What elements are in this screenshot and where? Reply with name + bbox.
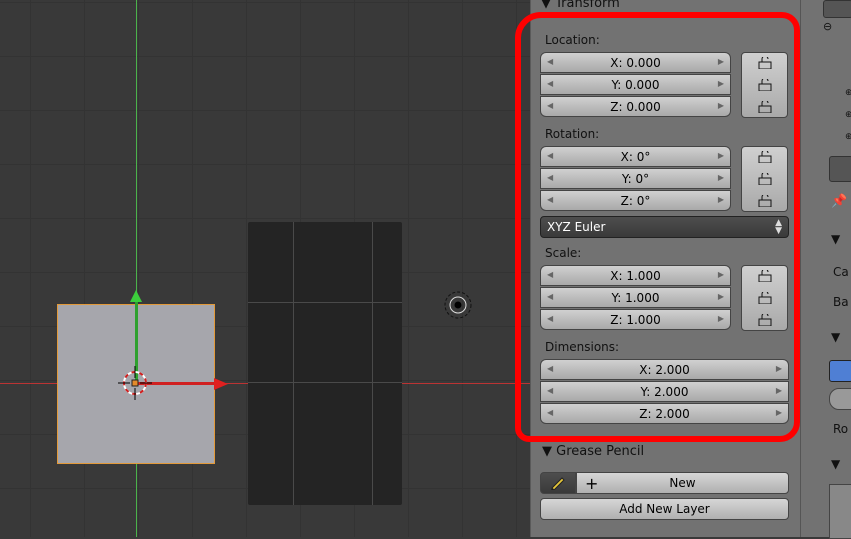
- scale-y-field[interactable]: ◀ Y: 1.000 ▶: [540, 287, 731, 308]
- panel-collapse-icon[interactable]: ▼: [831, 457, 840, 471]
- lock-icon[interactable]: [758, 151, 772, 163]
- collapse-icon[interactable]: ⊖: [823, 20, 832, 33]
- rotation-x-field[interactable]: ◀ X: 0° ▶: [540, 146, 731, 167]
- transform-panel-title: Transform: [555, 0, 620, 11]
- plus-icon: +: [585, 474, 599, 493]
- location-label: Location:: [545, 33, 600, 47]
- slider-field[interactable]: [829, 388, 851, 410]
- editor-type-button[interactable]: [823, 0, 851, 18]
- x-manipulator-arrow-icon[interactable]: [214, 378, 228, 390]
- lock-icon[interactable]: [758, 195, 772, 207]
- rotation-mode-select[interactable]: XYZ Euler ▲ ▼: [540, 216, 789, 238]
- camera-object[interactable]: [248, 222, 402, 505]
- properties-context-button[interactable]: [829, 156, 851, 182]
- rotation-label: Rotation:: [545, 127, 600, 141]
- lock-icon[interactable]: [758, 79, 772, 91]
- transform-panel-header[interactable]: ▼ Transform: [541, 0, 620, 11]
- scale-z-field[interactable]: ◀ Z: 1.000 ▶: [540, 309, 731, 330]
- pencil-icon: [551, 477, 565, 490]
- panel-collapse-icon[interactable]: ▼: [831, 232, 840, 246]
- location-x-field[interactable]: ◀ X: 0.000 ▶: [540, 52, 731, 73]
- right-strip-label: Ro: [833, 422, 849, 436]
- blue-toggle-button[interactable]: [829, 360, 851, 382]
- plus-icon[interactable]: ⊕: [845, 132, 851, 142]
- scale-x-field[interactable]: ◀ X: 1.000 ▶: [540, 265, 731, 286]
- plus-icon[interactable]: ⊕: [845, 110, 851, 120]
- lock-icon[interactable]: [758, 270, 772, 282]
- dimensions-label: Dimensions:: [545, 340, 620, 354]
- lock-icon[interactable]: [758, 57, 772, 69]
- grease-pencil-panel-header[interactable]: ▼ Grease Pencil: [542, 444, 644, 459]
- dimensions-z-field[interactable]: ◀ Z: 2.000 ▶: [540, 403, 789, 424]
- add-new-layer-button[interactable]: Add New Layer: [540, 498, 789, 520]
- dimensions-x-field[interactable]: ◀ X: 2.000 ▶: [540, 359, 789, 380]
- lock-icon[interactable]: [758, 314, 772, 326]
- pencil-toggle-button[interactable]: [540, 472, 576, 494]
- panel-collapse-icon[interactable]: ▼: [831, 330, 840, 344]
- pin-icon[interactable]: 📌: [831, 194, 847, 209]
- 3d-cursor-icon: [118, 366, 152, 400]
- properties-editor-strip: ⊖ ⊕ ⊕ ⊕ 📌 ▼ Ca Ba ▼ Ro ▼: [800, 0, 851, 539]
- rotation-z-field[interactable]: ◀ Z: 0° ▶: [540, 190, 731, 211]
- new-grease-pencil-button[interactable]: + New: [576, 472, 789, 494]
- y-manipulator-arrow-icon[interactable]: [130, 290, 142, 302]
- dimensions-y-field[interactable]: ◀ Y: 2.000 ▶: [540, 381, 789, 402]
- plus-icon[interactable]: ⊕: [845, 88, 851, 98]
- preview-box: [829, 484, 851, 539]
- updown-arrows-icon: ▲ ▼: [775, 218, 782, 236]
- location-z-field[interactable]: ◀ Z: 0.000 ▶: [540, 96, 731, 117]
- light-object-icon[interactable]: [443, 290, 473, 320]
- grease-pencil-title: Grease Pencil: [556, 444, 645, 459]
- lock-icon[interactable]: [758, 173, 772, 185]
- right-strip-label: Ca: [833, 265, 849, 279]
- rotation-y-field[interactable]: ◀ Y: 0° ▶: [540, 168, 731, 189]
- location-y-field[interactable]: ◀ Y: 0.000 ▶: [540, 74, 731, 95]
- lock-icon[interactable]: [758, 292, 772, 304]
- lock-icon[interactable]: [758, 101, 772, 113]
- 3d-viewport[interactable]: [0, 0, 530, 537]
- right-strip-label: Ba: [833, 295, 849, 309]
- scale-label: Scale:: [545, 246, 582, 260]
